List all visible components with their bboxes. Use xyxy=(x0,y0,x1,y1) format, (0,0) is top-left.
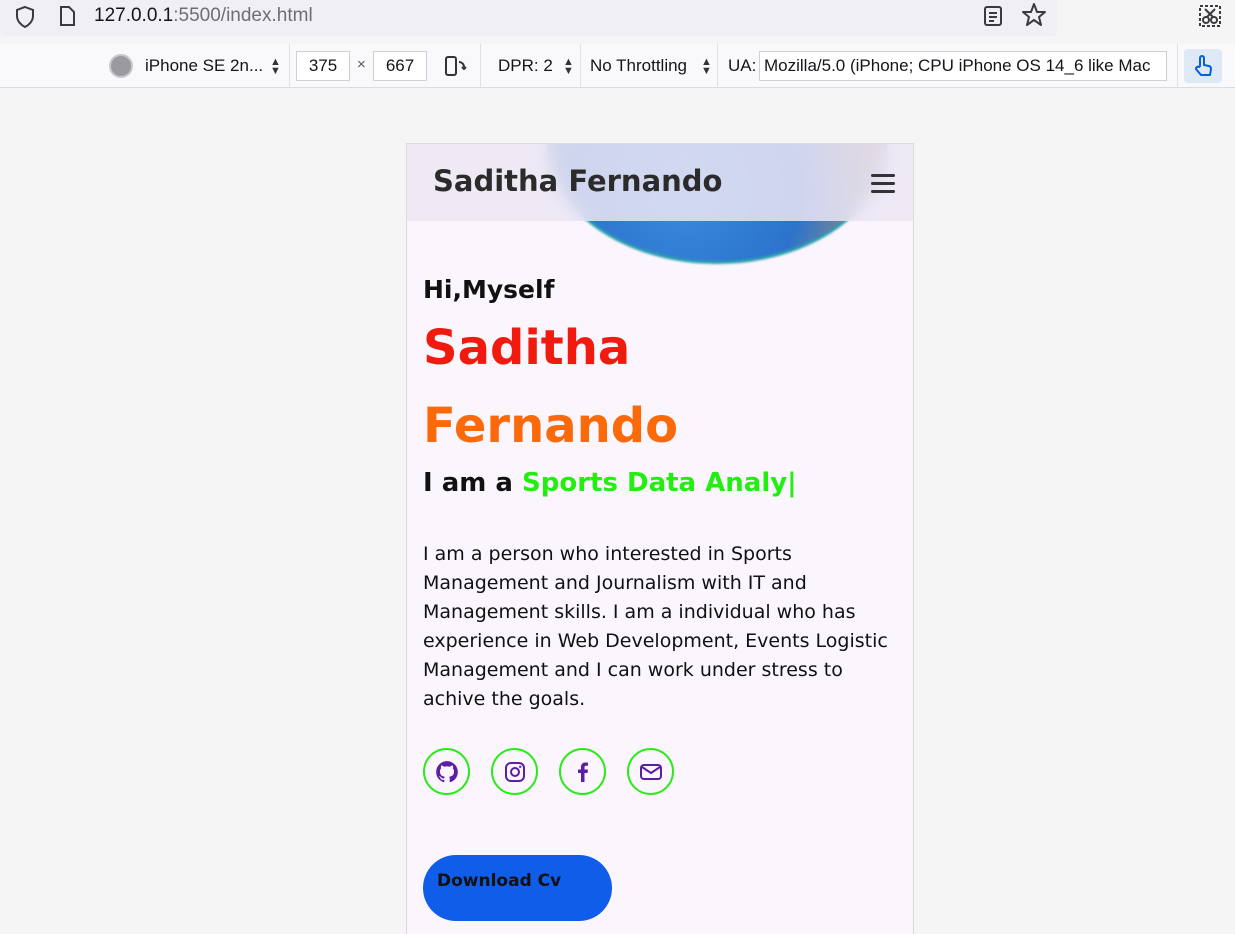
shield-icon[interactable] xyxy=(14,5,36,29)
social-links xyxy=(423,748,695,795)
instagram-link[interactable] xyxy=(491,748,538,795)
reader-view-icon[interactable] xyxy=(982,4,1004,28)
mail-icon xyxy=(639,763,662,780)
dpr-select-arrows-icon[interactable]: ▲ ▼ xyxy=(563,57,574,77)
device-viewport: Saditha Fernando Hi,Myself Saditha Ferna… xyxy=(406,143,914,934)
responsive-toolbar: iPhone SE 2n... ▲ ▼ 375 × 667 DPR: 2 ▲ ▼ N… xyxy=(0,44,1235,88)
height-input[interactable]: 667 xyxy=(373,51,427,81)
site-brand[interactable]: Saditha Fernando xyxy=(433,164,722,198)
instagram-icon xyxy=(504,761,525,782)
role-prefix: I am a xyxy=(423,468,523,498)
site-navbar: Saditha Fernando xyxy=(407,144,913,221)
dpr-select[interactable]: DPR: 2 xyxy=(498,56,553,76)
rotate-device-icon[interactable] xyxy=(443,54,467,78)
url-bar[interactable]: 127.0.0.1:5500/index.html xyxy=(0,0,1057,36)
hamburger-menu-icon[interactable] xyxy=(871,174,895,194)
device-icon xyxy=(109,54,133,78)
throttling-select[interactable]: No Throttling xyxy=(590,56,687,76)
device-select[interactable]: iPhone SE 2n... xyxy=(145,56,263,76)
bookmark-star-icon[interactable] xyxy=(1021,2,1047,28)
divider xyxy=(480,44,481,88)
url-host: 127.0.0.1 xyxy=(94,5,174,26)
ua-label: UA: xyxy=(728,56,757,75)
facebook-icon xyxy=(577,762,588,782)
device-select-arrows-icon[interactable]: ▲ ▼ xyxy=(270,57,281,77)
touch-simulation-button[interactable] xyxy=(1184,49,1222,83)
bio-paragraph: I am a person who interested in Sports M… xyxy=(423,543,888,710)
divider xyxy=(580,44,581,88)
divider xyxy=(717,44,718,88)
download-cv-button[interactable]: Download Cv xyxy=(423,855,612,921)
screenshot-icon[interactable] xyxy=(1197,3,1223,29)
greeting: Hi,Myself xyxy=(423,275,555,304)
github-link[interactable] xyxy=(423,748,470,795)
github-icon xyxy=(435,760,458,782)
throttling-select-arrows-icon[interactable]: ▲ ▼ xyxy=(701,57,712,77)
mail-link[interactable] xyxy=(627,748,674,795)
first-name: Saditha xyxy=(423,320,631,376)
page-icon xyxy=(60,6,75,26)
url-path: :5500/index.html xyxy=(173,5,313,26)
width-input[interactable]: 375 xyxy=(296,51,350,81)
role-line: I am a Sports Data Analy| xyxy=(423,468,797,498)
typed-role: Sports Data Analy| xyxy=(522,468,797,498)
divider xyxy=(1177,44,1178,88)
url-text[interactable]: 127.0.0.1:5500/index.html xyxy=(94,5,313,27)
divider xyxy=(289,44,290,88)
touch-hand-icon xyxy=(1195,55,1212,76)
facebook-link[interactable] xyxy=(559,748,606,795)
times-sign: × xyxy=(357,56,366,73)
user-agent-input[interactable]: Mozilla/5.0 (iPhone; CPU iPhone OS 14_6 … xyxy=(759,51,1167,81)
last-name: Fernando xyxy=(423,398,679,454)
